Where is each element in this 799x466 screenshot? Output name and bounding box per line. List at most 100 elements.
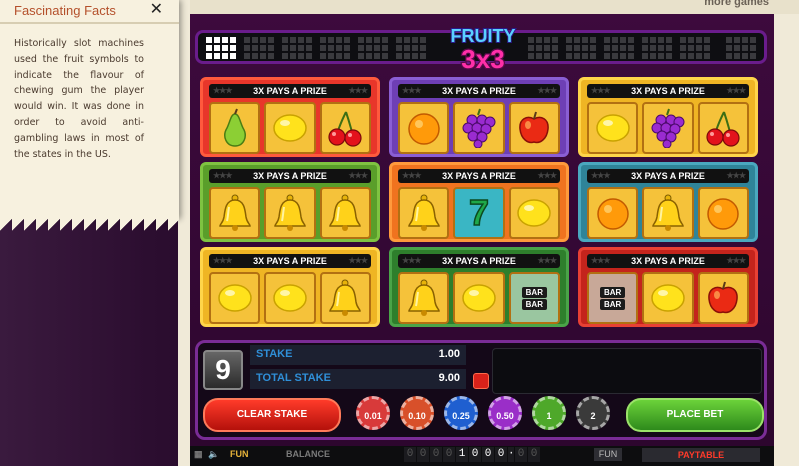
stake-toggle-button[interactable] <box>473 373 489 389</box>
reel-cell <box>398 187 450 239</box>
pays-banner-text: 3X PAYS A PRIZE <box>442 171 516 181</box>
reel-panel: ★★★ 3X PAYS A PRIZE ★★★ <box>200 162 380 242</box>
stake-label: STAKE <box>256 348 293 360</box>
seven-icon: 7 <box>468 191 490 234</box>
lemon-icon <box>455 274 502 322</box>
bell-icon <box>322 189 369 237</box>
reel-cell <box>697 102 749 154</box>
mode-label: FUN <box>230 449 249 459</box>
paytable-button[interactable]: PAYTABLE <box>642 448 760 462</box>
pays-banner: ★★★ 3X PAYS A PRIZE ★★★ <box>398 169 560 183</box>
bell-icon <box>644 189 691 237</box>
reel-cell <box>398 272 450 324</box>
cherry-icon <box>700 104 747 152</box>
reel-cell <box>508 102 560 154</box>
facts-popup: Fascinating Facts ✕ Historically slot ma… <box>0 0 179 231</box>
top-bar: more games <box>190 0 799 14</box>
lemon-icon <box>644 274 691 322</box>
lemon-icon <box>211 274 258 322</box>
reel-panel: ★★★ 3X PAYS A PRIZE ★★★ BAR BAR <box>578 247 758 327</box>
balance-digit: 0 <box>469 447 481 462</box>
stars-icon: ★★★ <box>348 86 367 95</box>
pays-banner-text: 3X PAYS A PRIZE <box>442 86 516 96</box>
close-icon[interactable]: ✕ <box>150 0 163 18</box>
pays-banner-text: 3X PAYS A PRIZE <box>253 86 327 96</box>
clear-stake-button[interactable]: CLEAR STAKE <box>203 398 341 432</box>
pays-banner: ★★★ 3X PAYS A PRIZE ★★★ <box>209 169 371 183</box>
stake-value: 1.00 <box>438 348 460 360</box>
reel-cell: BAR BAR <box>587 272 639 324</box>
lemon-icon <box>266 104 313 152</box>
stake-chip[interactable]: 2 <box>576 396 610 430</box>
reel-cell <box>453 102 505 154</box>
lines-indicator-dim-3 <box>320 37 350 59</box>
more-games-link[interactable]: more games <box>704 0 769 8</box>
apple-icon <box>700 274 747 322</box>
balance-digit: 0 <box>515 447 527 462</box>
lemon-icon <box>589 104 636 152</box>
pays-banner-text: 3X PAYS A PRIZE <box>253 171 327 181</box>
bell-icon <box>322 274 369 322</box>
pays-banner-text: 3X PAYS A PRIZE <box>631 256 705 266</box>
stake-chip[interactable]: 0.50 <box>488 396 522 430</box>
total-stake-label: TOTAL STAKE <box>256 372 331 384</box>
reel-cell <box>697 272 749 324</box>
lemon-icon <box>511 189 558 237</box>
svg-text:3x3: 3x3 <box>461 44 504 74</box>
stars-icon: ★★★ <box>537 171 556 180</box>
stake-chip[interactable]: 0.25 <box>444 396 478 430</box>
facts-divider <box>0 22 179 24</box>
fruity-3x3-logo: FRUITY 3x3 <box>450 25 517 74</box>
sound-icon[interactable]: 🔈 <box>208 449 219 460</box>
lines-indicator-dim-5 <box>396 37 426 59</box>
menu-icon[interactable]: ▦ <box>194 449 203 460</box>
place-bet-button[interactable]: PLACE BET <box>626 398 764 432</box>
stake-chip[interactable]: 0.10 <box>400 396 434 430</box>
currency-label: FUN <box>594 448 622 461</box>
reel-panel: ★★★ 3X PAYS A PRIZE ★★★ <box>578 162 758 242</box>
reel-cell <box>319 187 371 239</box>
orange-icon <box>700 189 747 237</box>
balance-decimal-point: · <box>508 447 515 462</box>
stars-icon: ★★★ <box>348 256 367 265</box>
stars-icon: ★★★ <box>402 171 421 180</box>
reel-cell: 7 <box>453 187 505 239</box>
bar-icon: BAR BAR <box>589 274 636 322</box>
bell-icon <box>211 189 258 237</box>
reel-cell <box>587 102 639 154</box>
reel-cell <box>508 187 560 239</box>
reel-cell <box>319 102 371 154</box>
reel-cell: BAR BAR <box>508 272 560 324</box>
lines-indicator-dim-1 <box>244 37 274 59</box>
pear-icon <box>211 104 258 152</box>
cherry-icon <box>322 104 369 152</box>
balance-digit: 0 <box>430 447 442 462</box>
reel-cell <box>209 187 261 239</box>
pays-banner: ★★★ 3X PAYS A PRIZE ★★★ <box>398 254 560 268</box>
stars-icon: ★★★ <box>726 171 745 180</box>
balance-digit: 0 <box>417 447 429 462</box>
reel-cell <box>209 272 261 324</box>
reel-panel: ★★★ 3X PAYS A PRIZE ★★★ <box>200 247 380 327</box>
stake-chip[interactable]: 0.01 <box>356 396 390 430</box>
reel-cell <box>264 272 316 324</box>
pays-banner-text: 3X PAYS A PRIZE <box>253 256 327 266</box>
lines-indicator-right <box>726 37 756 59</box>
stake-chip[interactable]: 1 <box>532 396 566 430</box>
reel-cell <box>264 187 316 239</box>
bell-icon <box>266 189 313 237</box>
lines-indicator-dim-9 <box>642 37 672 59</box>
orange-icon <box>400 104 447 152</box>
reel-panel: ★★★ 3X PAYS A PRIZE ★★★ <box>578 77 758 157</box>
reel-cell <box>319 272 371 324</box>
total-stake-row: TOTAL STAKE 9.00 <box>250 369 466 389</box>
stars-icon: ★★★ <box>402 256 421 265</box>
facts-title: Fascinating Facts <box>14 3 116 18</box>
stars-icon: ★★★ <box>213 171 232 180</box>
lines-indicator-dim-2 <box>282 37 312 59</box>
pays-banner-text: 3X PAYS A PRIZE <box>631 86 705 96</box>
grapes-icon <box>455 104 502 152</box>
reel-cell <box>587 187 639 239</box>
bar-icon: BAR BAR <box>511 274 558 322</box>
stars-icon: ★★★ <box>726 86 745 95</box>
